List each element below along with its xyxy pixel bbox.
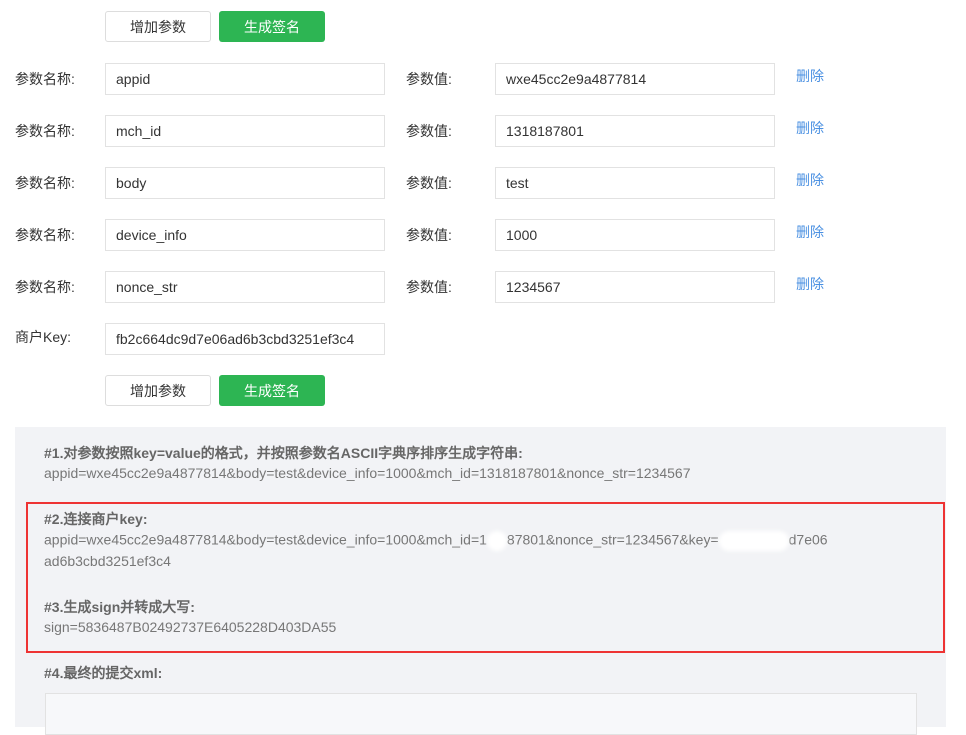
param-name-label: 参数名称:	[15, 279, 75, 295]
delete-link[interactable]: 删除	[796, 66, 824, 86]
step1-text: appid=wxe45cc2e9a4877814&body=test&devic…	[44, 465, 691, 481]
step3-text: sign=5836487B02492737E6405228D403DA55	[44, 619, 337, 635]
step2-text-part3: d7e06	[788, 531, 828, 548]
param-value-input[interactable]	[495, 271, 775, 303]
param-name-input[interactable]	[105, 115, 385, 147]
param-value-label: 参数值:	[406, 227, 452, 243]
param-row: 参数名称: 参数值: 删除	[0, 63, 966, 95]
param-name-label: 参数名称:	[15, 175, 75, 191]
xml-output-box[interactable]	[45, 693, 917, 735]
param-name-input[interactable]	[105, 63, 385, 95]
param-name-label: 参数名称:	[15, 227, 75, 243]
param-value-input[interactable]	[495, 167, 775, 199]
redacted-blur	[718, 531, 789, 551]
param-name-input[interactable]	[105, 219, 385, 251]
delete-link[interactable]: 删除	[796, 274, 824, 294]
param-name-label: 参数名称:	[15, 123, 75, 139]
param-name-label: 参数名称:	[15, 71, 75, 87]
step2-text-part2: 87801&nonce_str=1234567&key=	[506, 531, 719, 548]
delete-link[interactable]: 删除	[796, 222, 824, 242]
step2-title: #2.连接商户key:	[44, 511, 148, 527]
step2-text: appid=wxe45cc2e9a4877814&body=test&devic…	[44, 531, 828, 551]
merchant-key-input[interactable]	[105, 323, 385, 355]
add-param-button-top[interactable]: 增加参数	[105, 11, 211, 42]
param-row: 参数名称: 参数值: 删除	[0, 271, 966, 303]
step2-text-line2: ad6b3cbd3251ef3c4	[44, 553, 171, 569]
param-name-input[interactable]	[105, 167, 385, 199]
param-value-input[interactable]	[495, 115, 775, 147]
step2-text-part1: appid=wxe45cc2e9a4877814&body=test&devic…	[44, 531, 487, 548]
param-value-input[interactable]	[495, 219, 775, 251]
param-row: 参数名称: 参数值: 删除	[0, 115, 966, 147]
delete-link[interactable]: 删除	[796, 170, 824, 190]
param-value-label: 参数值:	[406, 71, 452, 87]
delete-link[interactable]: 删除	[796, 118, 824, 138]
redacted-blur	[486, 531, 507, 551]
step1-title: #1.对参数按照key=value的格式，并按照参数名ASCII字典序排序生成字…	[44, 445, 523, 461]
param-name-input[interactable]	[105, 271, 385, 303]
step3-title: #3.生成sign并转成大写:	[44, 599, 195, 615]
merchant-key-label: 商户Key:	[15, 329, 72, 345]
param-value-label: 参数值:	[406, 123, 452, 139]
step4-title: #4.最终的提交xml:	[44, 665, 163, 681]
generate-sign-button-top[interactable]: 生成签名	[219, 11, 325, 42]
param-value-label: 参数值:	[406, 175, 452, 191]
add-param-button[interactable]: 增加参数	[105, 375, 211, 406]
merchant-key-row: 商户Key:	[0, 323, 966, 355]
param-value-label: 参数值:	[406, 279, 452, 295]
param-value-input[interactable]	[495, 63, 775, 95]
param-row: 参数名称: 参数值: 删除	[0, 167, 966, 199]
generate-sign-button[interactable]: 生成签名	[219, 375, 325, 406]
param-row: 参数名称: 参数值: 删除	[0, 219, 966, 251]
